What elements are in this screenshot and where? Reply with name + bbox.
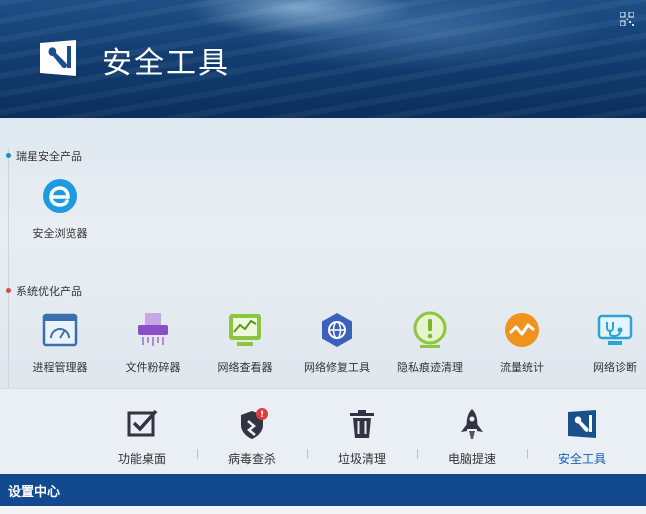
- nav-label: 安全工具: [557, 452, 606, 466]
- nav-virus-scan[interactable]: ! 病毒查杀: [207, 407, 297, 467]
- tool-process-manager[interactable]: 进程管理器: [15, 310, 105, 375]
- nav-label: 功能桌面: [117, 452, 166, 466]
- nav-label: 垃圾清理: [337, 452, 386, 466]
- tool-label: 网络查看器: [217, 361, 273, 374]
- section-dot-optimize: [6, 288, 11, 293]
- tool-label: 网络修复工具: [304, 361, 370, 374]
- section-label-optimize: 系统优化产品: [16, 285, 82, 298]
- tool-label: 网络诊断: [593, 361, 637, 374]
- tool-label: 文件粉碎器: [125, 361, 181, 374]
- alert-badge-text: !: [260, 410, 264, 420]
- qr-code-icon[interactable]: [620, 12, 634, 26]
- header-banner: 安全工具: [0, 0, 646, 118]
- settings-center-label: 设置中心: [8, 485, 61, 500]
- nav-junk-clean[interactable]: 垃圾清理: [317, 407, 407, 467]
- bottom-strip: [0, 506, 646, 514]
- security-tools-icon: [568, 410, 596, 438]
- nav-label: 电脑提速: [447, 452, 496, 466]
- security-tools-logo-icon: [40, 40, 76, 76]
- nav-separator: [527, 449, 528, 459]
- virus-scan-icon: !: [241, 408, 268, 439]
- nav-function-desktop[interactable]: 功能桌面: [97, 407, 187, 467]
- browser-e-icon: [43, 179, 77, 213]
- tool-label: 流量统计: [500, 361, 544, 374]
- network-viewer-icon: [229, 314, 261, 346]
- page-title: 安全工具: [102, 46, 230, 81]
- tool-label: 进程管理器: [32, 361, 88, 374]
- tool-label: 安全浏览器: [32, 227, 88, 240]
- network-repair-icon: [322, 313, 352, 347]
- network-diagnose-icon: [597, 314, 633, 345]
- trash-icon: [350, 410, 374, 438]
- tool-traffic-stats[interactable]: 流量统计: [477, 310, 567, 375]
- tools-panel: 瑞星安全产品 安全浏览器 系统优化产品 进程管理器 文件粉碎器 网络查看器 网络…: [0, 118, 646, 388]
- tool-privacy-cleaner[interactable]: 隐私痕迹清理: [385, 310, 475, 375]
- nav-security-tools[interactable]: 安全工具: [537, 407, 627, 467]
- nav-separator: [197, 449, 198, 459]
- bottom-nav: 功能桌面 ! 病毒查杀 垃圾清理 电脑提速 安全工具: [0, 388, 646, 475]
- nav-separator: [417, 449, 418, 459]
- traffic-stats-icon: [505, 313, 539, 347]
- tool-network-repair[interactable]: 网络修复工具: [292, 310, 382, 375]
- file-shredder-icon: [138, 313, 168, 346]
- tool-network-viewer[interactable]: 网络查看器: [200, 310, 290, 375]
- tool-network-diagnose[interactable]: 网络诊断: [570, 310, 646, 375]
- tool-file-shredder[interactable]: 文件粉碎器: [108, 310, 198, 375]
- tool-secure-browser[interactable]: 安全浏览器: [15, 176, 105, 241]
- checkbox-icon: [127, 409, 158, 437]
- section-dot-rising: [6, 153, 11, 158]
- water-background: [0, 0, 646, 118]
- nav-speed-up[interactable]: 电脑提速: [427, 407, 517, 467]
- nav-label: 病毒查杀: [227, 452, 276, 466]
- section-label-rising: 瑞星安全产品: [16, 150, 82, 163]
- privacy-cleaner-icon: [413, 311, 447, 348]
- settings-bar[interactable]: 设置中心: [0, 474, 646, 506]
- process-manager-icon: [42, 313, 78, 347]
- section-guide-line: [8, 148, 9, 388]
- tool-label: 隐私痕迹清理: [397, 361, 463, 374]
- nav-separator: [307, 449, 308, 459]
- rocket-icon: [461, 409, 483, 439]
